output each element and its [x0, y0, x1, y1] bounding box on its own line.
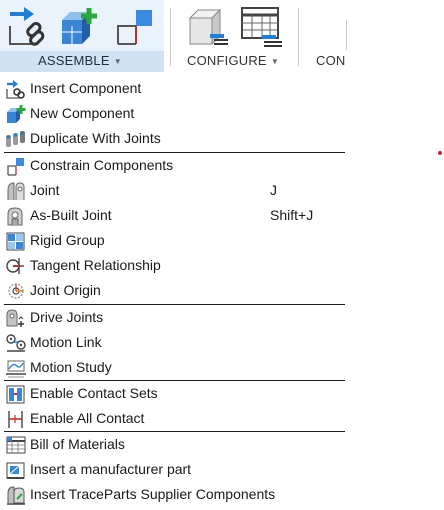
constrain-components-icon[interactable]	[112, 4, 158, 48]
enable-contact-sets-icon	[5, 384, 27, 404]
tab-configure[interactable]: CONFIGURE ▼	[187, 51, 279, 71]
tab-assemble[interactable]: ASSEMBLE ▼	[38, 51, 122, 71]
shortcut-label: J	[270, 182, 277, 198]
traceparts-icon	[5, 485, 27, 505]
drive-joints-icon	[5, 308, 27, 328]
assemble-dropdown-menu: Insert Component New Component Duplicate…	[0, 76, 346, 507]
menu-item-joint[interactable]: Joint J	[0, 178, 346, 203]
chevron-down-icon: ▼	[113, 57, 122, 66]
insert-component-icon	[5, 79, 27, 99]
menu-item-as-built-joint[interactable]: As-Built Joint Shift+J	[0, 203, 346, 228]
new-component-icon[interactable]	[58, 4, 104, 48]
manufacturer-part-icon	[5, 460, 27, 480]
menu-item-label: Insert Component	[30, 80, 142, 96]
tangent-relationship-icon	[5, 256, 27, 276]
configure-grid-icon[interactable]	[238, 4, 284, 48]
menu-item-label: Tangent Relationship	[30, 257, 161, 273]
canvas-point-marker	[438, 151, 442, 155]
constrain-components-icon	[5, 156, 27, 176]
ribbon-toolbar: ASSEMBLE ▼ CONFIGURE ▼ CON	[0, 0, 348, 72]
new-component-icon	[5, 104, 27, 124]
menu-item-label: Bill of Materials	[30, 436, 125, 452]
menu-item-enable-all-contact[interactable]: Enable All Contact	[0, 406, 346, 431]
menu-item-label: Motion Link	[30, 334, 102, 350]
menu-item-label: Rigid Group	[30, 232, 105, 248]
joint-icon	[5, 181, 27, 201]
menu-item-drive-joints[interactable]: Drive Joints	[0, 305, 346, 330]
enable-all-contact-icon	[5, 409, 27, 429]
menu-item-label: As-Built Joint	[30, 207, 112, 223]
ribbon-partial-icon	[346, 20, 347, 50]
insert-component-icon[interactable]	[6, 4, 52, 48]
menu-item-motion-study[interactable]: Motion Study	[0, 355, 346, 380]
menu-item-insert-manufacturer-part[interactable]: Insert a manufacturer part	[0, 457, 346, 482]
menu-item-label: Enable All Contact	[30, 410, 145, 426]
menu-item-insert-traceparts[interactable]: Insert TraceParts Supplier Components	[0, 482, 346, 507]
menu-item-label: Insert a manufacturer part	[30, 461, 192, 477]
menu-item-enable-contact-sets[interactable]: Enable Contact Sets	[0, 381, 346, 406]
menu-item-constrain-components[interactable]: Constrain Components	[0, 153, 346, 178]
menu-item-label: Insert TraceParts Supplier Components	[30, 486, 276, 502]
menu-item-tangent-relationship[interactable]: Tangent Relationship	[0, 253, 346, 278]
menu-item-label: Joint Origin	[30, 282, 101, 298]
duplicate-with-joints-icon	[5, 129, 27, 149]
bill-of-materials-icon	[5, 435, 27, 455]
menu-item-label: Drive Joints	[30, 309, 104, 325]
tab-construct[interactable]: CON	[316, 51, 346, 71]
joint-origin-icon	[5, 281, 27, 301]
menu-item-motion-link[interactable]: Motion Link	[0, 330, 346, 355]
menu-item-new-component[interactable]: New Component	[0, 101, 346, 126]
menu-item-label: New Component	[30, 105, 135, 121]
menu-item-bill-of-materials[interactable]: Bill of Materials	[0, 432, 346, 457]
menu-item-duplicate-with-joints[interactable]: Duplicate With Joints	[0, 126, 346, 151]
motion-link-icon	[5, 333, 27, 353]
menu-item-label: Constrain Components	[30, 157, 174, 173]
ribbon-separator	[298, 8, 299, 66]
menu-item-label: Duplicate With Joints	[30, 130, 161, 146]
shortcut-label: Shift+J	[270, 207, 314, 223]
menu-item-label: Enable Contact Sets	[30, 385, 158, 401]
chevron-down-icon: ▼	[270, 57, 279, 66]
menu-item-rigid-group[interactable]: Rigid Group	[0, 228, 346, 253]
ribbon-separator	[170, 8, 171, 66]
as-built-joint-icon	[5, 206, 27, 226]
rigid-group-icon	[5, 231, 27, 251]
motion-study-icon	[5, 358, 27, 378]
menu-item-label: Joint	[30, 182, 60, 198]
configure-table-icon[interactable]	[184, 4, 230, 48]
menu-item-joint-origin[interactable]: Joint Origin	[0, 278, 346, 303]
menu-item-label: Motion Study	[30, 359, 112, 375]
menu-item-insert-component[interactable]: Insert Component	[0, 76, 346, 101]
